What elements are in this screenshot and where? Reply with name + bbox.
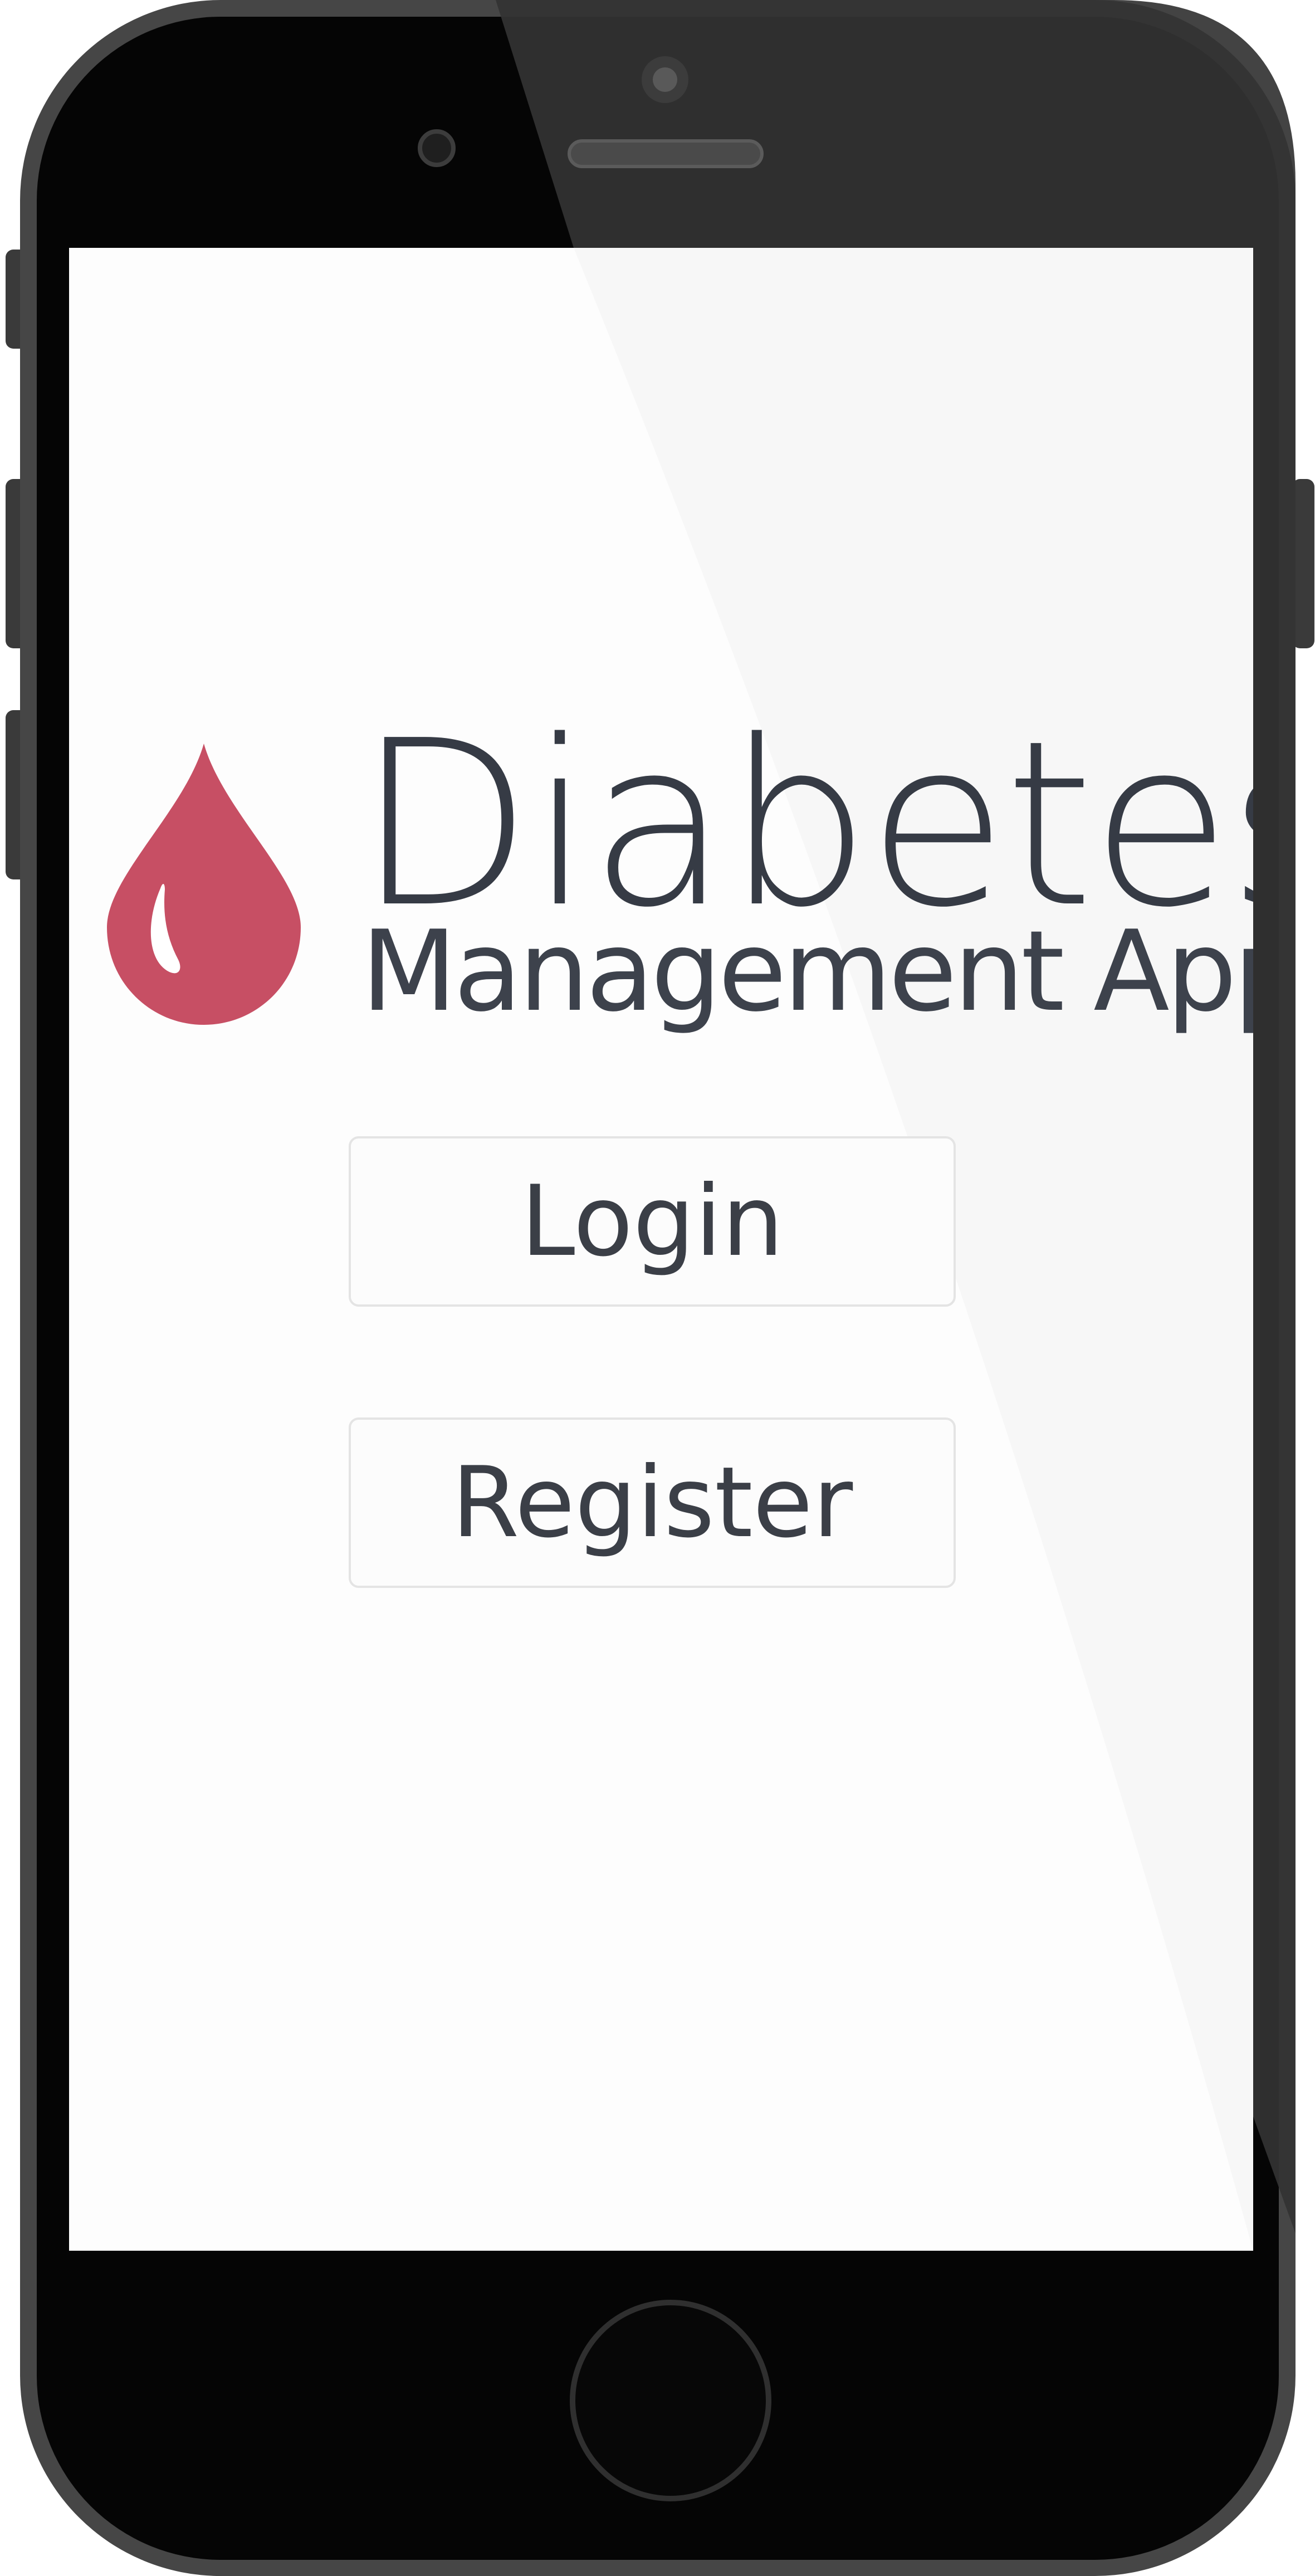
app-screen: Diabetes Management App Login Register — [69, 248, 1253, 2251]
proximity-sensor-icon — [418, 129, 456, 167]
blood-drop-shape — [107, 744, 301, 1025]
register-button[interactable]: Register — [349, 1417, 956, 1588]
app-viewport: Diabetes Management App Login Register — [0, 0, 1315, 2576]
blood-drop-icon — [107, 744, 301, 1025]
login-button[interactable]: Login — [349, 1136, 956, 1307]
app-subtitle: Management App — [361, 907, 1253, 1037]
earpiece-speaker — [568, 139, 764, 168]
app-title: Diabetes — [356, 691, 1253, 957]
